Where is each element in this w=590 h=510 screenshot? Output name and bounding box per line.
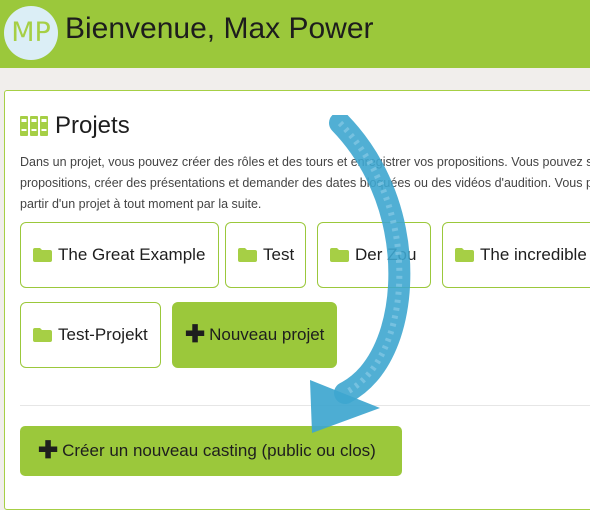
new-casting-label: Créer un nouveau casting (public ou clos… xyxy=(62,441,376,460)
project-card[interactable]: The incredible xyxy=(442,222,590,288)
project-label: Test-Projekt xyxy=(58,325,148,344)
projects-title: Projets xyxy=(55,112,130,139)
folder-icon xyxy=(330,248,349,262)
project-label: Test xyxy=(263,245,295,264)
top-header: MP Bienvenue, Max Power xyxy=(0,0,590,68)
project-label: The incredible xyxy=(480,245,587,264)
new-project-button[interactable]: ✚ Nouveau projet xyxy=(172,302,337,368)
project-label: The Great Example xyxy=(58,245,206,264)
folder-icon xyxy=(455,248,474,262)
new-casting-button[interactable]: ✚ Créer un nouveau casting (public ou cl… xyxy=(20,426,402,476)
folder-icon xyxy=(33,248,52,262)
divider xyxy=(20,405,590,406)
folder-icon xyxy=(33,328,52,342)
project-card[interactable]: Test-Projekt xyxy=(20,302,161,368)
projects-description: Dans un projet, vous pouvez créer des rô… xyxy=(20,152,590,215)
description-line: Dans un projet, vous pouvez créer des rô… xyxy=(20,155,590,169)
project-card[interactable]: Der Zou xyxy=(317,222,431,288)
project-card[interactable]: The Great Example xyxy=(20,222,219,288)
plus-icon: ✚ xyxy=(185,321,206,348)
project-label: Der Zou xyxy=(355,245,417,264)
description-line: propositions, créer des présentations et… xyxy=(20,176,590,190)
folder-icon xyxy=(238,248,257,262)
binders-icon xyxy=(20,116,48,136)
new-project-label: Nouveau projet xyxy=(209,325,325,344)
avatar[interactable]: MP xyxy=(4,6,58,60)
project-card[interactable]: Test xyxy=(225,222,306,288)
welcome-title: Bienvenue, Max Power xyxy=(65,12,374,45)
description-line: partir d'un projet à tout moment par la … xyxy=(20,197,262,211)
plus-icon: ✚ xyxy=(38,437,59,464)
